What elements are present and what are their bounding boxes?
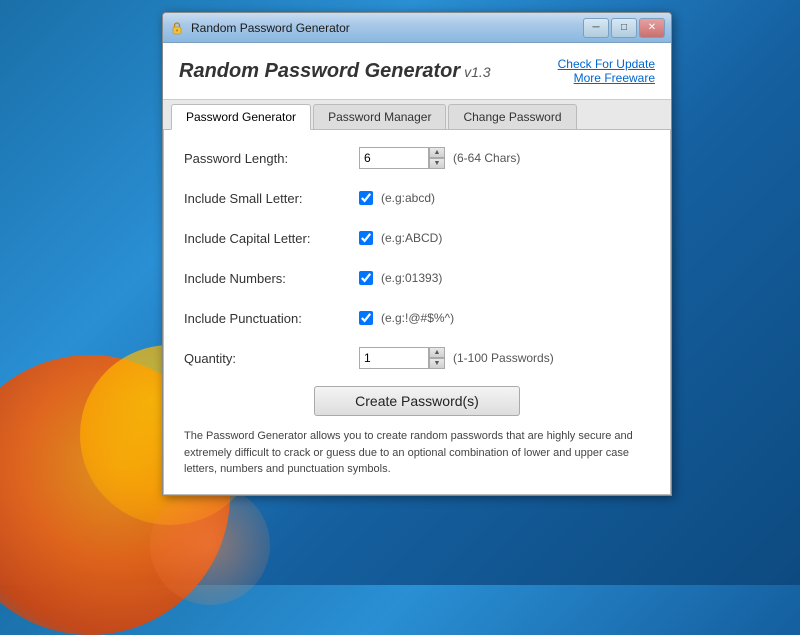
punctuation-input-group: (e.g:!@#$%^) [359,311,454,325]
more-freeware-link[interactable]: More Freeware [558,71,655,85]
quantity-input-group: ▲ ▼ (1-100 Passwords) [359,347,554,369]
capital-letter-checkbox[interactable] [359,231,373,245]
tab-password-generator[interactable]: Password Generator [171,104,311,130]
minimize-button[interactable]: ─ [583,18,609,38]
small-letter-row: Include Small Letter: (e.g:abcd) [184,186,650,210]
tabs-bar: Password Generator Password Manager Chan… [163,100,671,130]
create-password-button[interactable]: Create Password(s) [314,386,520,416]
password-length-row: Password Length: ▲ ▼ (6-64 Chars) [184,146,650,170]
tab-change-password[interactable]: Change Password [448,104,576,129]
quantity-hint: (1-100 Passwords) [453,351,554,365]
quantity-row: Quantity: ▲ ▼ (1-100 Passwords) [184,346,650,370]
small-letter-input-group: (e.g:abcd) [359,191,435,205]
numbers-hint: (e.g:01393) [381,271,442,285]
description-text: The Password Generator allows you to cre… [184,428,650,478]
close-button[interactable]: ✕ [639,18,665,38]
numbers-row: Include Numbers: (e.g:01393) [184,266,650,290]
capital-letter-hint: (e.g:ABCD) [381,231,442,245]
punctuation-label: Include Punctuation: [184,311,359,326]
password-length-hint: (6-64 Chars) [453,151,520,165]
capital-letter-input-group: (e.g:ABCD) [359,231,442,245]
quantity-down[interactable]: ▼ [429,358,445,369]
quantity-label: Quantity: [184,351,359,366]
decoration-circle-3 [150,485,270,605]
small-letter-checkbox[interactable] [359,191,373,205]
check-update-link[interactable]: Check For Update [558,57,655,71]
header-links: Check For Update More Freeware [558,57,655,85]
tab-password-manager[interactable]: Password Manager [313,104,446,129]
quantity-input[interactable] [359,347,429,369]
small-letter-label: Include Small Letter: [184,191,359,206]
app-version: v1.3 [460,64,490,80]
app-name-title: Random Password Generator v1.3 [179,60,491,82]
punctuation-checkbox[interactable] [359,311,373,325]
capital-letter-label: Include Capital Letter: [184,231,359,246]
numbers-label: Include Numbers: [184,271,359,286]
password-length-input-group: ▲ ▼ (6-64 Chars) [359,147,520,169]
tab-content: Password Length: ▲ ▼ (6-64 Chars) Includ… [163,130,671,495]
window-icon [169,20,185,36]
app-header: Random Password Generator v1.3 Check For… [163,43,671,100]
small-letter-hint: (e.g:abcd) [381,191,435,205]
titlebar: Random Password Generator ─ □ ✕ [163,13,671,43]
password-length-label: Password Length: [184,151,359,166]
window-title: Random Password Generator [191,21,583,35]
numbers-input-group: (e.g:01393) [359,271,442,285]
numbers-checkbox[interactable] [359,271,373,285]
app-window: Random Password Generator ─ □ ✕ Random P… [162,12,672,496]
quantity-spinner: ▲ ▼ [429,347,445,369]
password-length-spinner: ▲ ▼ [429,147,445,169]
capital-letter-row: Include Capital Letter: (e.g:ABCD) [184,226,650,250]
password-length-up[interactable]: ▲ [429,147,445,158]
punctuation-row: Include Punctuation: (e.g:!@#$%^) [184,306,650,330]
maximize-button[interactable]: □ [611,18,637,38]
desktop: Random Password Generator ─ □ ✕ Random P… [0,0,800,585]
app-name-area: Random Password Generator v1.3 [179,60,491,83]
password-length-down[interactable]: ▼ [429,158,445,169]
titlebar-controls: ─ □ ✕ [583,18,665,38]
punctuation-hint: (e.g:!@#$%^) [381,311,454,325]
password-length-input[interactable] [359,147,429,169]
quantity-up[interactable]: ▲ [429,347,445,358]
